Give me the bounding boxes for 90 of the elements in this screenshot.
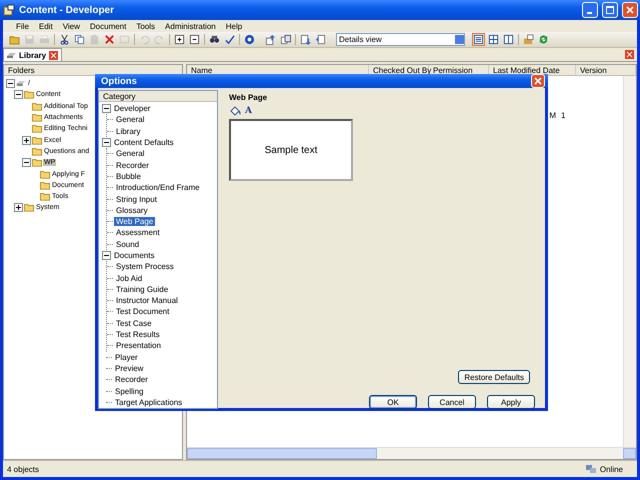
expand-toggle[interactable] [14,203,23,212]
list-view-icon[interactable] [487,33,500,46]
expand-toggle[interactable] [102,138,111,148]
category-item[interactable]: General [114,149,146,158]
vertical-scrollbar[interactable] [623,76,636,447]
drive-icon [7,50,16,60]
category-item[interactable]: Job Aid [114,274,144,283]
category-item[interactable]: Introduction/End Frame [114,183,202,192]
dialog-button[interactable]: OK [369,395,417,410]
category-item[interactable]: Recorder [113,375,150,384]
details-view-icon[interactable] [472,33,485,46]
category-item[interactable]: Recorder [114,160,151,170]
sample-preview: Sample text [229,119,353,181]
menu-item[interactable]: Tools [131,22,160,30]
collapse-icon[interactable] [188,33,201,46]
category-header: Category [99,91,217,102]
view-dropdown[interactable]: Details view [336,33,465,46]
copy-icon[interactable] [73,33,86,46]
expand-toggle[interactable] [6,79,15,88]
category-item[interactable]: Training Guide [114,284,170,294]
folders-header: Folders [4,65,182,76]
library-tab[interactable]: Library [3,48,62,61]
paint-bucket-icon[interactable] [230,106,241,116]
close-button[interactable] [622,2,638,18]
category-item[interactable]: Bubble [114,172,143,181]
category-item[interactable]: Developer [112,104,152,114]
menu-item[interactable]: View [58,22,85,30]
menu-item[interactable]: Document [84,22,132,30]
table-cell-text: M [548,111,557,120]
category-item[interactable]: Presentation [114,341,163,350]
expand-toggle[interactable] [14,90,23,100]
expand-toggle[interactable] [22,158,31,168]
undo-checkout-icon[interactable] [314,33,327,46]
category-item[interactable]: Spelling [113,386,146,396]
section-title: Web Page [229,93,268,102]
scrollbar-thumb[interactable] [187,448,377,459]
dialog-button[interactable]: Cancel [428,395,476,410]
menu-item[interactable]: File [11,22,34,30]
sync-icon[interactable] [279,33,292,46]
category-item[interactable]: Preview [113,364,146,373]
category-item[interactable]: Test Case [114,318,154,328]
category-item[interactable]: Web Page [114,217,156,226]
category-item[interactable]: String Input [114,194,159,204]
close-icon [626,6,634,14]
properties-icon[interactable] [522,33,535,46]
cut-icon[interactable] [58,33,71,46]
category-item[interactable]: System Process [114,262,176,272]
dialog-title: Options [101,76,137,86]
expand-toggle[interactable] [102,251,111,260]
category-item[interactable]: Library [114,126,142,136]
close-button[interactable] [531,74,545,88]
drive-icon [16,79,26,88]
menu-item[interactable]: Edit [34,22,58,30]
dialog-button[interactable]: Apply [487,395,535,410]
expand-toggle[interactable] [22,136,31,145]
window-title: Content - Developer [19,4,116,16]
expand-toggle[interactable] [102,104,111,114]
connection-status: Online [600,464,623,474]
close-icon [534,77,542,85]
split-view-icon[interactable] [502,33,515,46]
delete-icon[interactable] [103,33,116,46]
font-button[interactable]: A [245,106,252,116]
category-item[interactable]: Instructor Manual [114,296,180,306]
minimize-button[interactable] [582,2,598,18]
category-item[interactable]: Sound [114,240,142,249]
app-icon [3,4,15,16]
table-cell: 1 [561,111,566,120]
category-item[interactable]: Glossary [114,206,150,215]
category-item[interactable]: Target Applications [113,398,184,407]
close-icon[interactable] [49,50,58,60]
category-item[interactable]: Test Results [114,330,162,340]
category-item[interactable]: Test Document [114,307,172,316]
column-header[interactable]: Version [576,65,636,75]
category-item[interactable]: Documents [112,251,156,260]
restore-defaults-button[interactable]: Restore Defaults [458,370,530,384]
close-icon[interactable] [625,50,634,59]
category-item[interactable]: Assessment [114,228,162,238]
category-item[interactable]: General [114,115,146,124]
download-icon[interactable] [299,33,312,46]
object-count: 4 objects [7,464,40,474]
category-item[interactable]: Content Defaults [112,138,176,148]
refresh-icon[interactable] [537,33,550,46]
menu-item[interactable]: Help [220,22,248,30]
maximize-icon [606,6,614,14]
category-item[interactable]: Player [113,352,140,362]
maximize-button[interactable] [602,2,618,18]
network-icon [584,464,597,474]
expand-icon[interactable] [173,33,186,46]
menu-item[interactable]: Administration [160,22,221,30]
upload-icon[interactable] [264,33,277,46]
